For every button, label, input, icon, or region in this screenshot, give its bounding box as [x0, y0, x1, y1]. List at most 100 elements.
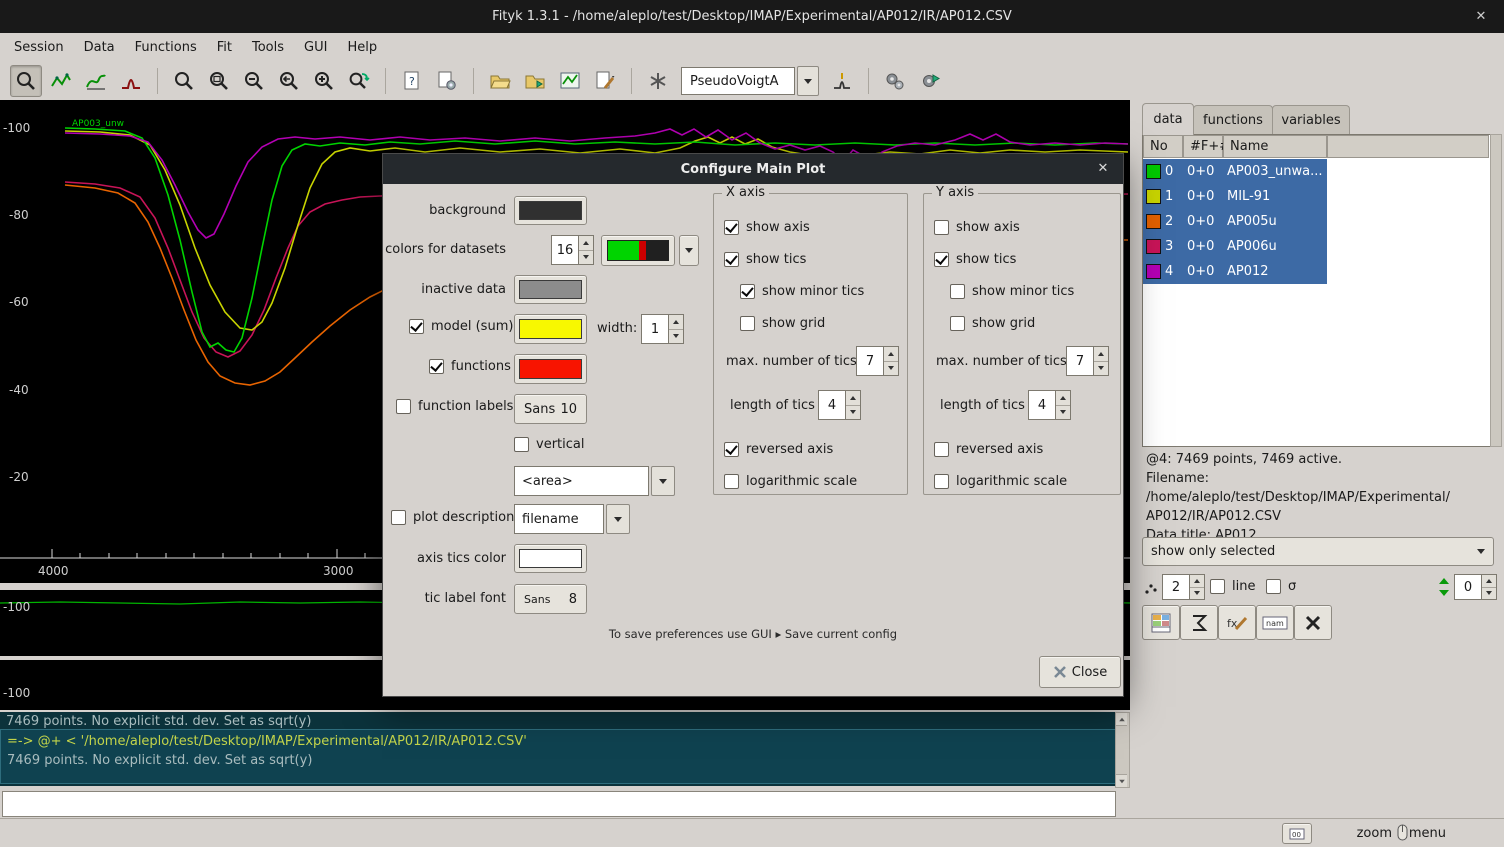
plot-description-checkbox[interactable]: plot description	[391, 510, 514, 525]
dataset-row[interactable]: 2 0+0 AP005u	[1143, 209, 1327, 234]
zoom-mode-button[interactable]	[10, 65, 42, 97]
menu-tools[interactable]: Tools	[242, 35, 294, 60]
x-tic-length-spinner[interactable]: 4	[818, 390, 861, 420]
close-button[interactable]: Close	[1039, 656, 1121, 688]
add-peak-mode-button[interactable]	[115, 65, 147, 97]
inactive-data-color-button[interactable]	[514, 275, 587, 304]
zoom-box-button[interactable]	[203, 65, 235, 97]
zoom-out-button[interactable]	[238, 65, 270, 97]
shift-spinner[interactable]: 0	[1454, 574, 1497, 600]
edit-transform-button[interactable]: fx	[1218, 605, 1256, 640]
menu-data[interactable]: Data	[74, 35, 125, 60]
window-close-icon[interactable]: ✕	[1472, 8, 1490, 26]
spin-up-icon[interactable]	[1056, 391, 1070, 405]
spin-up-icon[interactable]	[884, 347, 898, 361]
zoom-previous-button[interactable]	[273, 65, 305, 97]
menu-help[interactable]: Help	[337, 35, 387, 60]
menu-gui[interactable]: GUI	[294, 35, 337, 60]
save-image-button[interactable]	[554, 65, 586, 97]
y-show-grid-checkbox[interactable]: show grid	[950, 316, 1035, 331]
spin-up-icon[interactable]	[579, 236, 593, 250]
zoom-all-button[interactable]	[168, 65, 200, 97]
model-sum-checkbox[interactable]: model (sum)	[409, 319, 513, 334]
auto-add-function-button[interactable]	[826, 65, 858, 97]
dataset-list[interactable]: No #F+# Name 0 0+0 AP003_unwa... 1 0+0 M…	[1142, 134, 1492, 447]
x-show-axis-checkbox[interactable]: show axis	[724, 220, 810, 235]
x-show-tics-checkbox[interactable]: show tics	[724, 252, 806, 267]
dialog-titlebar[interactable]: Configure Main Plot ✕	[383, 154, 1123, 184]
dataset-row[interactable]: 3 0+0 AP006u	[1143, 234, 1327, 259]
tic-font-button[interactable]: Sans 8	[514, 584, 587, 614]
spin-down-icon[interactable]	[846, 405, 860, 420]
spin-up-icon[interactable]	[846, 391, 860, 405]
description-combo[interactable]: filename	[514, 504, 630, 534]
execute-button[interactable]	[914, 65, 946, 97]
menu-fit[interactable]: Fit	[207, 35, 242, 60]
y-show-tics-checkbox[interactable]: show tics	[934, 252, 1016, 267]
spin-down-icon[interactable]	[579, 250, 593, 265]
data-range-mode-button[interactable]	[45, 65, 77, 97]
label-font-button[interactable]: Sans 10	[514, 394, 587, 424]
label-position-combo[interactable]: <area>	[514, 466, 675, 496]
define-function-button[interactable]	[642, 65, 674, 97]
spin-down-icon[interactable]	[884, 361, 898, 376]
y-show-minor-tics-checkbox[interactable]: show minor tics	[950, 284, 1074, 299]
column-header-ff[interactable]: #F+#	[1183, 135, 1223, 158]
point-size-spinner[interactable]: 2	[1162, 574, 1205, 600]
show-filter-combo[interactable]: show only selected	[1142, 537, 1494, 566]
scroll-up-icon[interactable]	[1116, 713, 1127, 726]
combo-arrow-button[interactable]	[797, 66, 819, 96]
spin-up-icon[interactable]	[1190, 575, 1204, 587]
line-checkbox[interactable]: line	[1210, 579, 1255, 594]
model-color-button[interactable]	[514, 314, 587, 344]
background-color-button[interactable]	[514, 196, 587, 225]
dataset-palette-button[interactable]	[601, 235, 675, 266]
y-tic-length-spinner[interactable]: 4	[1028, 390, 1071, 420]
data-table-button[interactable]	[1142, 605, 1180, 640]
zoom-undo-button[interactable]	[343, 65, 375, 97]
rename-button[interactable]: nam	[1256, 605, 1294, 640]
tab-functions[interactable]: functions	[1193, 105, 1273, 134]
spin-up-icon[interactable]	[1482, 575, 1496, 587]
sigma-checkbox[interactable]: σ	[1266, 579, 1296, 594]
spin-down-icon[interactable]	[669, 329, 683, 344]
titlebar[interactable]: Fityk 1.3.1 - /home/aleplo/test/Desktop/…	[0, 0, 1504, 33]
function-labels-checkbox[interactable]: function labels	[396, 399, 513, 414]
zoom-in-button[interactable]	[308, 65, 340, 97]
dataset-row[interactable]: 1 0+0 MIL-91	[1143, 184, 1327, 209]
save-script-button[interactable]	[589, 65, 621, 97]
column-header-name[interactable]: Name	[1223, 135, 1327, 158]
tab-data[interactable]: data	[1142, 103, 1194, 135]
vertical-sash[interactable]	[1130, 100, 1138, 818]
menu-session[interactable]: Session	[4, 35, 74, 60]
dataset-colors-count-spinner[interactable]: 16	[551, 235, 594, 265]
combo-arrow-button[interactable]	[651, 466, 675, 496]
open-recent-button[interactable]	[519, 65, 551, 97]
tab-variables[interactable]: variables	[1272, 105, 1350, 134]
palette-dropdown-button[interactable]	[679, 235, 699, 266]
y-log-scale-checkbox[interactable]: logarithmic scale	[934, 474, 1067, 489]
x-show-minor-tics-checkbox[interactable]: show minor tics	[740, 284, 864, 299]
delete-button[interactable]	[1294, 605, 1332, 640]
spin-down-icon[interactable]	[1056, 405, 1070, 420]
settings-button[interactable]	[879, 65, 911, 97]
dialog-close-icon[interactable]: ✕	[1095, 161, 1111, 177]
x-show-grid-checkbox[interactable]: show grid	[740, 316, 825, 331]
functions-checkbox[interactable]: functions	[429, 359, 511, 374]
spin-down-icon[interactable]	[1190, 587, 1204, 600]
open-file-button[interactable]	[484, 65, 516, 97]
spin-up-icon[interactable]	[1094, 347, 1108, 361]
spin-down-icon[interactable]	[1482, 587, 1496, 600]
functions-color-button[interactable]	[514, 354, 587, 384]
x-max-tics-spinner[interactable]: 7	[856, 346, 899, 376]
scroll-down-icon[interactable]	[1116, 774, 1127, 787]
script-editor-button[interactable]	[431, 65, 463, 97]
sum-button[interactable]	[1180, 605, 1218, 640]
y-show-axis-checkbox[interactable]: show axis	[934, 220, 1020, 235]
baseline-mode-button[interactable]	[80, 65, 112, 97]
x-log-scale-checkbox[interactable]: logarithmic scale	[724, 474, 857, 489]
vertical-checkbox[interactable]: vertical	[514, 437, 584, 452]
spin-up-icon[interactable]	[669, 315, 683, 329]
menu-functions[interactable]: Functions	[125, 35, 207, 60]
y-reversed-axis-checkbox[interactable]: reversed axis	[934, 442, 1043, 457]
